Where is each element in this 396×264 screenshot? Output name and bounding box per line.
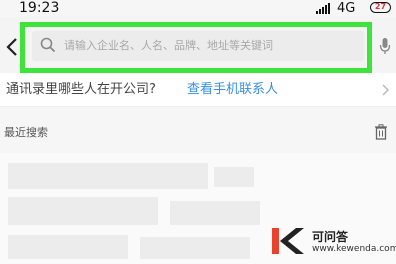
- status-bar: 19:23 4G 27: [0, 0, 396, 17]
- view-contacts-link[interactable]: 查看手机联系人: [187, 78, 278, 97]
- obscured-item: [8, 235, 128, 259]
- contacts-question: 通讯录里哪些人在开公司?: [6, 82, 156, 97]
- network-label: 4G: [337, 1, 356, 16]
- search-highlight-box: [20, 22, 372, 73]
- chevron-right-icon: [382, 84, 390, 96]
- mic-icon[interactable]: [379, 37, 391, 55]
- recent-search-title: 最近搜索: [4, 126, 48, 139]
- watermark-logo-icon: [272, 228, 304, 254]
- battery-level: 27: [374, 2, 387, 11]
- recent-search-header: 最近搜索: [0, 107, 396, 153]
- watermark: 可问答 www.kewenda.com: [262, 222, 396, 264]
- watermark-url: www.kewenda.com: [312, 244, 396, 254]
- obscured-item: [170, 201, 260, 225]
- battery-icon: 27: [370, 2, 391, 13]
- contacts-banner[interactable]: 通讯录里哪些人在开公司? 查看手机联系人: [0, 73, 396, 107]
- watermark-title: 可问答: [312, 230, 349, 244]
- back-icon[interactable]: [6, 37, 18, 57]
- obscured-item: [214, 167, 254, 187]
- obscured-item: [140, 237, 250, 259]
- signal-icon: [316, 3, 330, 14]
- status-time: 19:23: [19, 0, 60, 16]
- trash-icon[interactable]: [374, 124, 388, 140]
- obscured-item: [8, 163, 208, 189]
- obscured-item: [8, 197, 158, 225]
